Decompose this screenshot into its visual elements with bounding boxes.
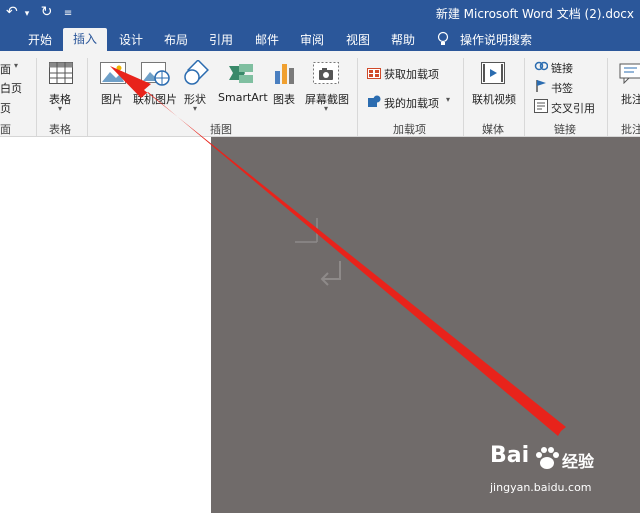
watermark-url: jingyan.baidu.com (490, 481, 592, 494)
red-arrow-annotation (110, 66, 566, 436)
baidu-watermark: Bai 经验 jingyan.baidu.com (490, 443, 640, 503)
watermark-brand: Bai (490, 443, 530, 468)
watermark-brand-cn: 经验 (562, 452, 595, 471)
paw-logo-icon (536, 447, 559, 469)
